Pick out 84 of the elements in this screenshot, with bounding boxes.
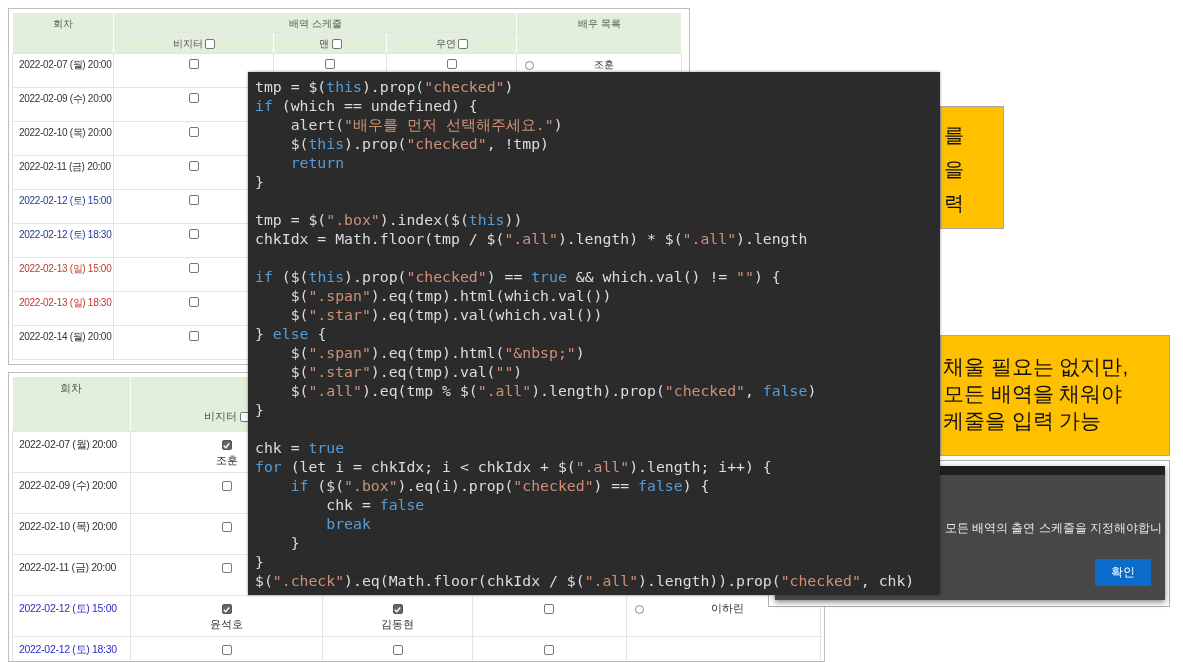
actor-name: 윤석호: [210, 617, 244, 633]
checkbox[interactable]: [331, 39, 342, 50]
checkbox[interactable]: [188, 229, 199, 240]
code-line: $(".all").eq(tmp % $(".all").length).prop("checked", false): [289, 381, 817, 400]
column-header: 배우 목록: [578, 18, 621, 29]
column-header: 우연: [435, 38, 456, 49]
note-text: 력: [944, 191, 964, 216]
date-text: 2022-02-07 (월) 20:00: [19, 438, 117, 450]
code-line: $(".star").eq(tmp).val(which.val()): [289, 305, 603, 324]
date-text: 2022-02-12 (토) 15:00: [19, 602, 117, 614]
date-text: 2022-02-10 (목) 20:00: [19, 127, 112, 138]
date-text: 2022-02-07 (월) 20:00: [19, 59, 112, 70]
code-line: $(this).prop("checked", !tmp): [289, 134, 549, 153]
date-text: 2022-02-12 (토) 15:00: [19, 195, 112, 206]
date-text: 2022-02-13 (일) 18:30: [19, 297, 112, 308]
checkbox[interactable]: [188, 93, 199, 104]
code-line: if ($(this).prop("checked") == true && which.val() != "") {: [255, 267, 781, 286]
checkbox[interactable]: [544, 604, 555, 615]
note-text: 채울 필요는 없지만,: [943, 354, 1129, 380]
checkbox[interactable]: [325, 59, 336, 70]
date-text: 2022-02-09 (수) 20:00: [19, 93, 112, 104]
note-text: 케줄을 입력 가능: [943, 408, 1102, 434]
code-line: chk = false: [325, 495, 425, 514]
checkbox[interactable]: [188, 263, 199, 274]
ok-button[interactable]: 확인: [1095, 559, 1151, 586]
checkbox[interactable]: [221, 604, 232, 615]
code-line: }: [255, 400, 264, 419]
code-line: chk = true: [255, 438, 345, 457]
code-line: $(".star").eq(tmp).val(""): [289, 362, 523, 381]
code-line: if ($(".box").eq(i).prop("checked") == false) {: [289, 476, 710, 495]
column-header: 회차: [53, 18, 74, 29]
column-header: 맨: [319, 38, 329, 49]
checkbox[interactable]: [188, 59, 199, 70]
checkbox[interactable]: [392, 604, 403, 615]
code-line: chkIdx = Math.floor(tmp / $(".all").length) * $(".all").length: [255, 229, 808, 248]
code-line: }: [289, 533, 300, 552]
actor-name: 조훈: [215, 453, 238, 469]
date-text: 2022-02-11 (금) 20:00: [19, 161, 111, 172]
actor-name: 조훈: [593, 59, 614, 70]
date-text: 2022-02-12 (토) 18:30: [19, 643, 117, 655]
date-text: 2022-02-13 (일) 15:00: [19, 263, 112, 274]
code-line: } else {: [255, 324, 327, 343]
code-line: $(".span").eq(tmp).html("&nbsp;"): [289, 343, 585, 362]
column-header: 비지터: [172, 38, 203, 49]
code-line: break: [325, 514, 371, 533]
dialog-message: 모든 배역의 출연 스케줄을 지정해야합니: [945, 522, 1162, 534]
code-line: tmp = $(".box").index($(this)): [255, 210, 523, 229]
column-header: 비지터: [203, 410, 237, 422]
code-line: if (which == undefined) {: [255, 96, 478, 115]
code-line: }: [255, 172, 264, 191]
note-text: 모든 배역을 채워야: [943, 381, 1123, 407]
actor-name: 이하린: [711, 602, 745, 614]
column-header: 배역 스케줄: [289, 18, 342, 29]
date-text: 2022-02-11 (금) 20:00: [19, 561, 117, 573]
code-line: for (let i = chkIdx; i < chkIdx + $(".all").length; i++) {: [255, 457, 772, 476]
code-line: $(".check").eq(Math.floor(chkIdx / $(".all").length)).prop("checked", chk): [255, 571, 915, 590]
code-line: }: [255, 552, 264, 571]
note-text: 를: [944, 123, 964, 148]
checkbox[interactable]: [544, 645, 555, 656]
actor-name: 김동현: [381, 617, 415, 633]
checkbox[interactable]: [221, 440, 232, 451]
checkbox[interactable]: [458, 39, 469, 50]
checkbox[interactable]: [188, 195, 199, 206]
column-header: 회차: [60, 382, 83, 394]
checkbox[interactable]: [188, 161, 199, 172]
checkbox[interactable]: [188, 297, 199, 308]
checkbox[interactable]: [221, 522, 232, 533]
code-line: alert("배우를 먼저 선택해주세요."): [289, 115, 563, 134]
date-text: 2022-02-14 (월) 20:00: [19, 331, 112, 342]
checkbox[interactable]: [221, 563, 232, 574]
date-text: 2022-02-09 (수) 20:00: [19, 479, 117, 491]
code-line: tmp = $(this).prop("checked"): [255, 77, 514, 96]
checkbox[interactable]: [188, 127, 199, 138]
checkbox[interactable]: [446, 59, 457, 70]
date-text: 2022-02-12 (토) 18:30: [19, 229, 112, 240]
note-text: 을: [944, 157, 964, 182]
checkbox[interactable]: [392, 645, 403, 656]
code-line: $(".span").eq(tmp).html(which.val()): [289, 286, 612, 305]
checkbox[interactable]: [221, 645, 232, 656]
checkbox[interactable]: [188, 331, 199, 342]
checkbox[interactable]: [221, 481, 232, 492]
code-line: return: [289, 153, 345, 172]
checkbox[interactable]: [205, 39, 216, 50]
date-text: 2022-02-10 (목) 20:00: [19, 520, 117, 532]
